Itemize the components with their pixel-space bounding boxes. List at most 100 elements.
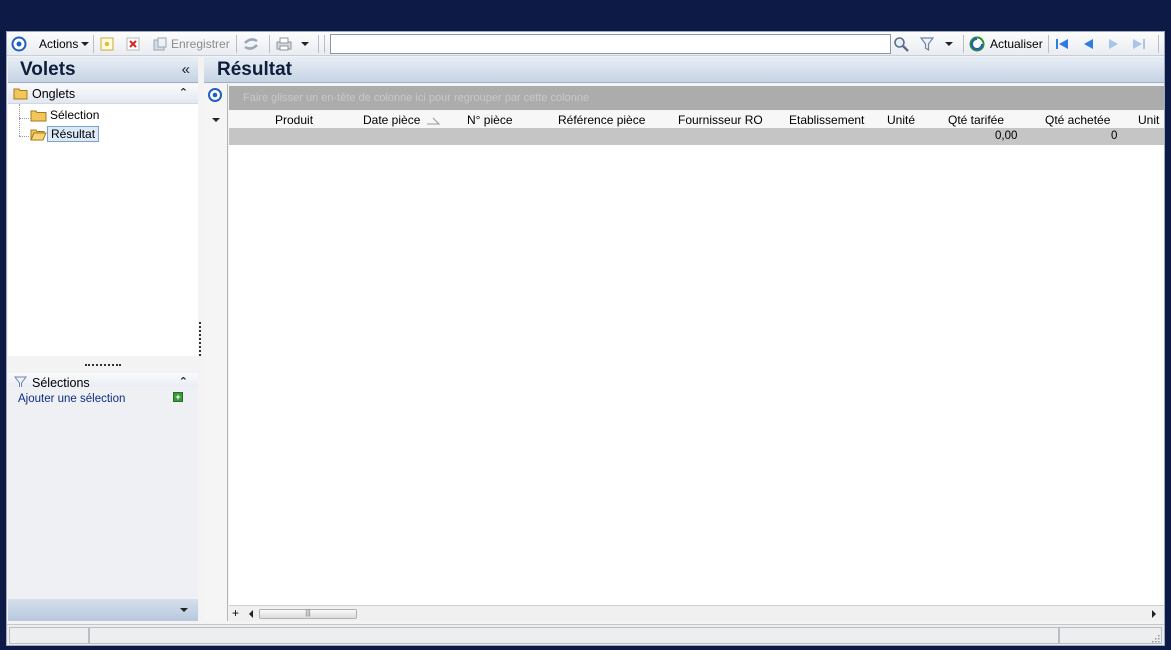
grid-options-icon[interactable] bbox=[207, 87, 223, 103]
first-icon bbox=[1056, 39, 1068, 49]
volets-header: Volets « bbox=[8, 57, 198, 83]
column-chooser-icon[interactable] bbox=[212, 118, 220, 122]
actions-menu-button[interactable]: Actions bbox=[39, 33, 90, 55]
separator bbox=[324, 35, 325, 53]
actions-label: Actions bbox=[39, 37, 79, 51]
sync-icon bbox=[244, 38, 258, 50]
add-icon[interactable]: + bbox=[173, 392, 183, 402]
new-document-icon bbox=[100, 37, 114, 51]
filter-icon bbox=[919, 37, 935, 52]
sync-button[interactable] bbox=[242, 33, 260, 55]
result-panel: Résultat Faire glisser un en-tête de col… bbox=[204, 57, 1164, 621]
scroll-right-icon[interactable] bbox=[1152, 610, 1156, 618]
left-panel-footer bbox=[8, 599, 198, 621]
separator bbox=[1158, 35, 1159, 53]
refresh-icon bbox=[969, 36, 985, 52]
filter-button[interactable] bbox=[919, 33, 953, 55]
open-folder-icon bbox=[30, 129, 47, 140]
status-cell bbox=[1059, 627, 1162, 644]
search-icon bbox=[894, 37, 909, 52]
toolbar: Actions Enregistrer Actualiser bbox=[7, 32, 1164, 56]
delete-button[interactable] bbox=[125, 33, 141, 55]
collapse-up-icon[interactable]: ⌃ bbox=[179, 86, 188, 99]
save-label: Enregistrer bbox=[171, 37, 230, 51]
vertical-splitter-handle[interactable] bbox=[199, 322, 201, 356]
column-fournisseur[interactable]: Fournisseur RO bbox=[678, 113, 763, 127]
left-panel: Volets « Onglets ⌃ Sélection Résultat Sé… bbox=[8, 57, 198, 621]
status-cell bbox=[9, 627, 89, 644]
previous-icon bbox=[1084, 39, 1093, 49]
tabs-section-label: Onglets bbox=[32, 87, 76, 101]
column-etablissement[interactable]: Etablissement bbox=[789, 113, 864, 127]
grid-column-header: Produit Date pièce N° pièce Référence pi… bbox=[229, 111, 1164, 129]
tree-item-selection[interactable]: Sélection bbox=[30, 108, 102, 122]
separator bbox=[318, 35, 319, 53]
result-header: Résultat bbox=[204, 57, 1164, 83]
total-qte-tarifee: 0,00 bbox=[995, 130, 1018, 142]
chevron-down-icon[interactable] bbox=[180, 608, 188, 612]
tree-item-label: Sélection bbox=[50, 108, 100, 122]
tree-connector bbox=[19, 118, 20, 136]
total-qte-achetee: 0 bbox=[1111, 130, 1118, 142]
save-icon bbox=[153, 37, 167, 51]
separator bbox=[236, 35, 237, 53]
first-record-button[interactable] bbox=[1054, 33, 1070, 55]
folder-icon bbox=[13, 88, 28, 100]
tree-connector bbox=[19, 136, 29, 137]
column-numero-piece[interactable]: N° pièce bbox=[467, 113, 513, 127]
tabs-tree: Sélection Résultat bbox=[8, 104, 198, 356]
grid-gutter bbox=[204, 84, 228, 621]
volets-title: Volets bbox=[20, 59, 76, 80]
column-produit[interactable]: Produit bbox=[275, 113, 313, 127]
column-qte-achetee[interactable]: Qté achetée bbox=[1045, 113, 1110, 127]
app-menu-icon[interactable] bbox=[11, 33, 27, 55]
add-selection-link[interactable]: Ajouter une sélection bbox=[18, 393, 125, 405]
search-input[interactable] bbox=[330, 34, 891, 54]
tree-connector bbox=[19, 104, 20, 118]
collapse-panel-icon[interactable]: « bbox=[182, 61, 190, 78]
sort-ascending-icon bbox=[427, 117, 441, 125]
scroll-left-icon[interactable] bbox=[249, 610, 253, 618]
status-bar bbox=[7, 624, 1164, 645]
search-button[interactable] bbox=[893, 33, 911, 55]
separator bbox=[1048, 35, 1049, 53]
tree-item-label: Résultat bbox=[47, 126, 100, 142]
refresh-button[interactable]: Actualiser bbox=[969, 33, 1043, 55]
scroll-thumb[interactable]: ||| bbox=[259, 609, 357, 619]
last-icon bbox=[1133, 39, 1145, 49]
printer-icon bbox=[276, 37, 292, 51]
group-hint: Faire glisser un en-tête de colonne ici … bbox=[243, 92, 590, 104]
separator bbox=[963, 35, 964, 53]
column-date-piece[interactable]: Date pièce bbox=[363, 113, 441, 127]
column-qte-tarifee[interactable]: Qté tarifée bbox=[948, 113, 1004, 127]
tree-connector bbox=[19, 118, 29, 119]
tree-item-resultat[interactable]: Résultat bbox=[30, 126, 100, 142]
next-record-button[interactable] bbox=[1106, 33, 1122, 55]
column-unit[interactable]: Unit bbox=[1138, 113, 1159, 127]
selections-body: Ajouter une sélection + bbox=[8, 387, 198, 621]
folder-icon bbox=[30, 110, 47, 121]
column-reference-piece[interactable]: Référence pièce bbox=[558, 113, 645, 127]
tabs-section-header[interactable]: Onglets ⌃ bbox=[8, 84, 198, 104]
next-icon bbox=[1109, 39, 1118, 49]
grid-body[interactable] bbox=[229, 145, 1164, 605]
separator bbox=[269, 35, 270, 53]
totals-row: 0,00 0 bbox=[229, 128, 1164, 145]
print-button[interactable] bbox=[275, 33, 309, 55]
group-by-area[interactable]: Faire glisser un en-tête de colonne ici … bbox=[229, 86, 1164, 110]
chevron-down-icon bbox=[945, 42, 953, 46]
app-window: Actions Enregistrer Actualiser Volets « … bbox=[6, 31, 1165, 646]
save-button[interactable]: Enregistrer bbox=[152, 33, 230, 55]
horizontal-scrollbar[interactable]: + ||| bbox=[229, 605, 1164, 621]
new-button[interactable] bbox=[99, 33, 115, 55]
last-record-button[interactable] bbox=[1131, 33, 1147, 55]
delete-icon bbox=[126, 37, 140, 51]
column-label: Date pièce bbox=[363, 113, 421, 127]
previous-record-button[interactable] bbox=[1080, 33, 1096, 55]
expand-icon[interactable]: + bbox=[232, 606, 239, 620]
refresh-label: Actualiser bbox=[990, 37, 1043, 51]
column-unite[interactable]: Unité bbox=[887, 113, 915, 127]
resize-grip-icon[interactable] bbox=[1150, 633, 1160, 643]
panel-splitter-handle[interactable] bbox=[85, 364, 121, 366]
page-title: Résultat bbox=[217, 59, 292, 80]
